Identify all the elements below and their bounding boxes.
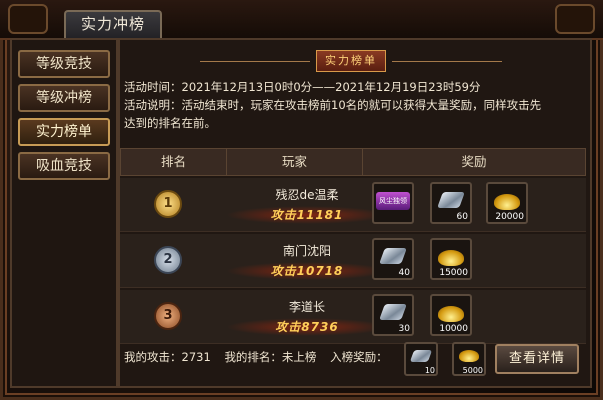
player-attack: 攻击10718: [226, 262, 388, 280]
sidebar-item-level-compete[interactable]: 等级竞技: [18, 50, 110, 78]
reward-quantity: 20000: [495, 212, 524, 222]
reward-item[interactable]: 40: [372, 238, 414, 280]
reward-quantity: 15000: [439, 268, 468, 278]
view-details-button[interactable]: 查看详情: [495, 344, 579, 374]
title-badge-icon: 风尘独领: [376, 192, 410, 210]
entry-reward-item[interactable]: 10: [404, 342, 438, 376]
reward-item[interactable]: 20000: [486, 182, 528, 224]
reward-quantity: 5000: [462, 366, 483, 375]
table-row[interactable]: 2 南门沈阳 攻击10718 40 15000: [120, 234, 586, 288]
column-header-rank: 排名: [121, 149, 227, 175]
reward-quantity: 10: [424, 366, 435, 375]
entry-reward-item[interactable]: 5000: [452, 342, 486, 376]
reward-item[interactable]: 30: [372, 294, 414, 336]
footer-stats: 我的攻击：2731 我的排名：未上榜 入榜奖励：: [124, 349, 388, 379]
table-header: 排名 玩家 奖励: [120, 148, 586, 176]
sidebar-item-level-rank[interactable]: 等级冲榜: [18, 84, 110, 112]
player-name: 南门沈阳: [282, 244, 331, 258]
upgrade-chip-icon: [437, 192, 465, 208]
player-name: 李道长: [288, 300, 325, 314]
reward-quantity: 30: [398, 324, 410, 334]
upgrade-chip-icon: [379, 304, 407, 320]
corner-ornament-icon: [555, 4, 595, 34]
sidebar-item-power-rank[interactable]: 实力榜单: [18, 118, 110, 146]
table-row[interactable]: 3 李道长 攻击8736 30 10000: [120, 290, 586, 344]
my-attack: 我的攻击：2731: [124, 350, 211, 364]
gold-ingot-icon: [459, 350, 479, 362]
title-bar: 实力冲榜: [0, 0, 603, 40]
sidebar: 等级竞技 等级冲榜 实力榜单 吸血竞技: [10, 38, 118, 388]
rank-medal-silver-icon: 2: [154, 246, 182, 274]
player-attack: 攻击8736: [226, 318, 388, 336]
reward-item[interactable]: 15000: [430, 238, 472, 280]
reward-item[interactable]: 60: [430, 182, 472, 224]
reward-item[interactable]: 10000: [430, 294, 472, 336]
gold-ingot-icon: [494, 194, 520, 210]
upgrade-chip-icon: [379, 248, 407, 264]
activity-time: 活动时间：2021年12月13日0时0分——2021年12月19日23时59分: [124, 80, 481, 94]
activity-description-cont: 达到的排名在前。: [124, 116, 216, 130]
gold-ingot-icon: [438, 250, 464, 266]
my-rank: 我的排名：未上榜: [224, 350, 317, 364]
column-header-rewards: 奖励: [461, 154, 487, 169]
upgrade-chip-icon: [409, 350, 433, 362]
reward-quantity: 60: [456, 212, 468, 222]
table-row[interactable]: 1 残忍de温柔 攻击11181 风尘独领 60 20000: [120, 178, 586, 232]
activity-description: 活动说明：活动结束时，玩家在攻击榜前10名的就可以获得大量奖励，同样攻击先: [124, 98, 542, 112]
rank-medal-bronze-icon: 3: [154, 302, 182, 330]
corner-ornament-icon: [8, 4, 48, 34]
player-attack: 攻击11181: [226, 206, 388, 224]
reward-item[interactable]: 风尘独领: [372, 182, 414, 224]
player-name: 残忍de温柔: [275, 188, 339, 202]
divider: [392, 61, 502, 62]
panel-title: 实力榜单: [316, 50, 386, 72]
sidebar-item-lifesteal-compete[interactable]: 吸血竞技: [18, 152, 110, 180]
rank-medal-gold-icon: 1: [154, 190, 182, 218]
reward-quantity: 40: [398, 268, 410, 278]
reward-quantity: 10000: [439, 324, 468, 334]
gold-ingot-icon: [438, 306, 464, 322]
entry-reward-label: 入榜奖励：: [330, 350, 388, 364]
ranking-table: 排名 玩家 奖励 1 残忍de温柔 攻击11181 风尘独领 60 20000 …: [120, 148, 586, 344]
column-header-player: 玩家: [227, 149, 363, 175]
window-title: 实力冲榜: [64, 10, 162, 38]
divider: [200, 61, 310, 62]
